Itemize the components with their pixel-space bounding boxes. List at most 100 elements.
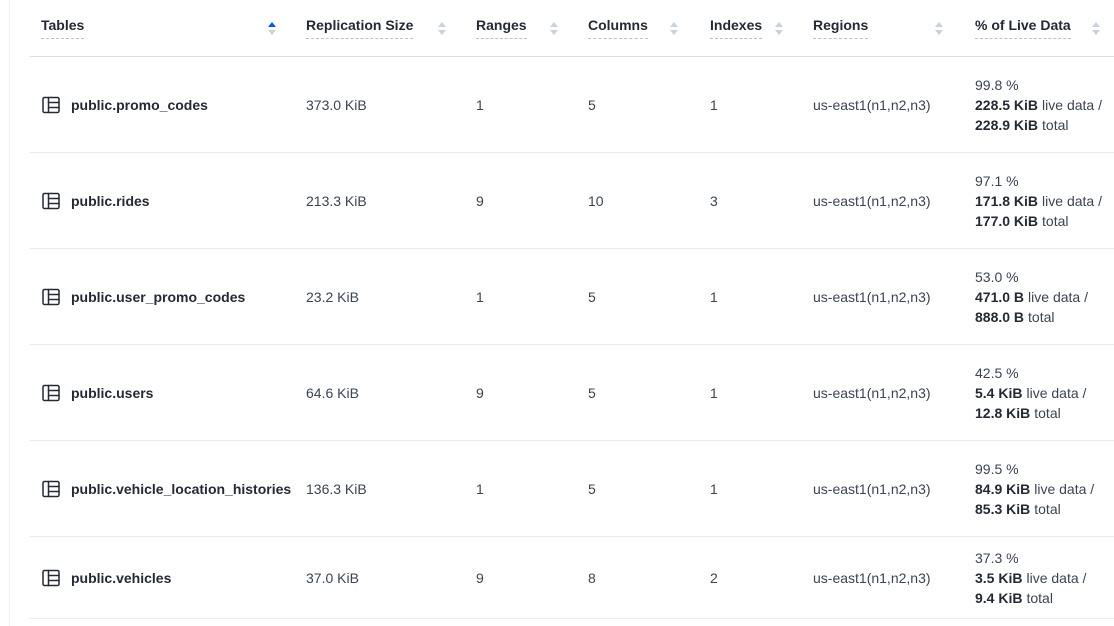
live-data-cell: 97.1 % 171.8 KiBlive data / 177.0 KiBtot… xyxy=(957,171,1114,231)
live-percent-value: 37.3 % xyxy=(975,548,1114,568)
table-name-link[interactable]: public.vehicles xyxy=(71,570,171,586)
table-row[interactable]: public.user_promo_codes 23.2 KiB 1 5 1 u… xyxy=(30,249,1114,345)
ranges-value: 9 xyxy=(460,385,572,401)
total-size-line: 12.8 KiBtotal xyxy=(975,403,1114,423)
total-size-label: total xyxy=(1034,405,1060,421)
columns-value: 5 xyxy=(572,385,692,401)
indexes-value: 1 xyxy=(692,97,797,113)
total-size-label: total xyxy=(1026,590,1052,606)
total-size-line: 228.9 KiBtotal xyxy=(975,115,1114,135)
column-header-regions[interactable]: Regions xyxy=(797,0,957,56)
table-name-cell: public.user_promo_codes xyxy=(30,287,290,307)
total-size-label: total xyxy=(1034,501,1060,517)
ranges-value: 9 xyxy=(460,193,572,209)
ranges-value: 1 xyxy=(460,97,572,113)
live-size-label: live data / xyxy=(1034,481,1094,497)
sort-down-arrow-icon xyxy=(1092,30,1100,35)
total-size-value: 888.0 B xyxy=(975,309,1024,325)
column-header-indexes[interactable]: Indexes xyxy=(692,0,797,56)
column-header-ranges[interactable]: Ranges xyxy=(460,0,572,56)
indexes-value: 1 xyxy=(692,385,797,401)
replication-size-value: 136.3 KiB xyxy=(290,481,460,497)
table-name-link[interactable]: public.rides xyxy=(71,193,150,209)
table-row[interactable]: public.rides 213.3 KiB 9 10 3 us-east1(n… xyxy=(30,153,1114,249)
sort-down-arrow-icon xyxy=(268,30,276,35)
live-percent-value: 53.0 % xyxy=(975,267,1114,287)
columns-value: 5 xyxy=(572,97,692,113)
live-size-value: 84.9 KiB xyxy=(975,481,1030,497)
sort-down-arrow-icon xyxy=(550,30,558,35)
column-header-label: Regions xyxy=(813,17,868,39)
live-size-line: 3.5 KiBlive data / xyxy=(975,568,1114,588)
regions-value: us-east1(n1,n2,n3) xyxy=(797,97,957,113)
column-header-label: % of Live Data xyxy=(975,17,1071,39)
sort-icon[interactable] xyxy=(773,20,785,37)
table-row[interactable]: public.vehicles 37.0 KiB 9 8 2 us-east1(… xyxy=(30,537,1114,619)
sort-icon[interactable] xyxy=(548,20,560,37)
sort-icon[interactable] xyxy=(1090,20,1102,37)
column-header-label: Columns xyxy=(588,17,648,39)
column-header-replication-size[interactable]: Replication Size xyxy=(290,0,460,56)
table-icon xyxy=(41,287,61,307)
regions-value: us-east1(n1,n2,n3) xyxy=(797,481,957,497)
live-size-value: 5.4 KiB xyxy=(975,385,1022,401)
columns-value: 8 xyxy=(572,570,692,586)
regions-value: us-east1(n1,n2,n3) xyxy=(797,193,957,209)
live-percent-value: 97.1 % xyxy=(975,171,1114,191)
live-percent-value: 99.8 % xyxy=(975,75,1114,95)
indexes-value: 3 xyxy=(692,193,797,209)
table-name-cell: public.vehicles xyxy=(30,568,290,588)
table-row[interactable]: public.users 64.6 KiB 9 5 1 us-east1(n1,… xyxy=(30,345,1114,441)
live-size-value: 471.0 B xyxy=(975,289,1024,305)
table-name-link[interactable]: public.user_promo_codes xyxy=(71,289,245,305)
column-header-live-data[interactable]: % of Live Data xyxy=(957,0,1114,56)
table-row[interactable]: public.promo_codes 373.0 KiB 1 5 1 us-ea… xyxy=(30,57,1114,153)
live-size-line: 84.9 KiBlive data / xyxy=(975,479,1114,499)
live-percent-value: 99.5 % xyxy=(975,459,1114,479)
sort-down-arrow-icon xyxy=(775,30,783,35)
table-name-link[interactable]: public.vehicle_location_histories xyxy=(71,481,291,497)
live-size-label: live data / xyxy=(1026,385,1086,401)
sort-icon[interactable] xyxy=(266,20,278,37)
table-body: public.promo_codes 373.0 KiB 1 5 1 us-ea… xyxy=(30,57,1114,619)
indexes-value: 1 xyxy=(692,481,797,497)
table-name-cell: public.rides xyxy=(30,191,290,211)
live-size-label: live data / xyxy=(1042,97,1102,113)
table-name-link[interactable]: public.users xyxy=(71,385,153,401)
live-size-line: 5.4 KiBlive data / xyxy=(975,383,1114,403)
columns-value: 5 xyxy=(572,481,692,497)
live-size-label: live data / xyxy=(1026,570,1086,586)
sort-icon[interactable] xyxy=(436,20,448,37)
regions-value: us-east1(n1,n2,n3) xyxy=(797,570,957,586)
table-row[interactable]: public.vehicle_location_histories 136.3 … xyxy=(30,441,1114,537)
column-header-tables[interactable]: Tables xyxy=(30,0,290,56)
live-data-cell: 53.0 % 471.0 Blive data / 888.0 Btotal xyxy=(957,267,1114,327)
tables-list: Tables Replication Size Ranges Columns I… xyxy=(30,0,1114,619)
total-size-line: 888.0 Btotal xyxy=(975,307,1114,327)
replication-size-value: 23.2 KiB xyxy=(290,289,460,305)
column-header-label: Indexes xyxy=(710,17,762,39)
sort-up-arrow-icon xyxy=(1092,22,1100,27)
total-size-value: 12.8 KiB xyxy=(975,405,1030,421)
table-name-cell: public.promo_codes xyxy=(30,95,290,115)
total-size-value: 85.3 KiB xyxy=(975,501,1030,517)
total-size-value: 9.4 KiB xyxy=(975,590,1022,606)
sort-down-arrow-icon xyxy=(438,30,446,35)
live-size-value: 3.5 KiB xyxy=(975,570,1022,586)
table-icon xyxy=(41,568,61,588)
total-size-label: total xyxy=(1042,117,1068,133)
regions-value: us-east1(n1,n2,n3) xyxy=(797,385,957,401)
panel-edge-divider xyxy=(9,0,10,626)
total-size-line: 177.0 KiBtotal xyxy=(975,211,1114,231)
sort-icon[interactable] xyxy=(933,20,945,37)
live-size-value: 171.8 KiB xyxy=(975,193,1038,209)
live-data-cell: 99.5 % 84.9 KiBlive data / 85.3 KiBtotal xyxy=(957,459,1114,519)
sort-icon[interactable] xyxy=(668,20,680,37)
column-header-columns[interactable]: Columns xyxy=(572,0,692,56)
table-name-link[interactable]: public.promo_codes xyxy=(71,97,208,113)
live-data-cell: 37.3 % 3.5 KiBlive data / 9.4 KiBtotal xyxy=(957,548,1114,608)
table-name-cell: public.users xyxy=(30,383,290,403)
total-size-value: 177.0 KiB xyxy=(975,213,1038,229)
total-size-line: 9.4 KiBtotal xyxy=(975,588,1114,608)
live-size-label: live data / xyxy=(1028,289,1088,305)
